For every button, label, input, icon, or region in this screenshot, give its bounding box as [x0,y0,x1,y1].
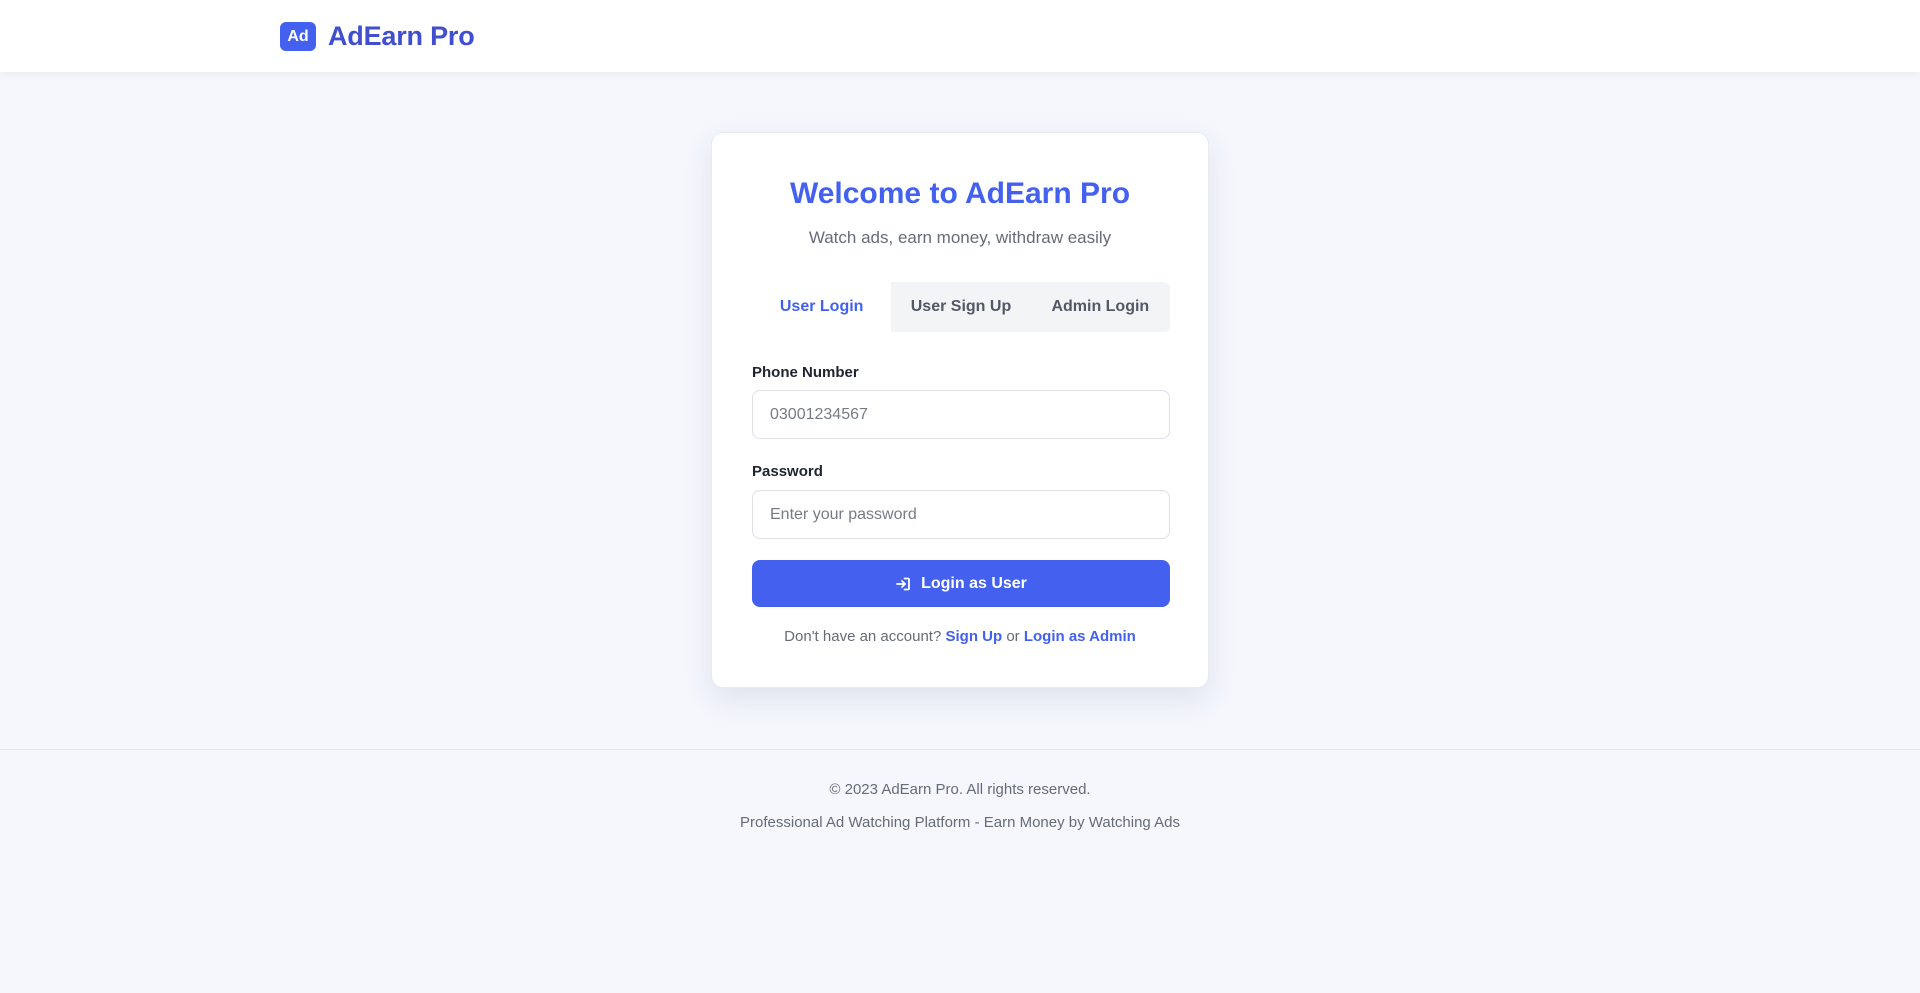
login-card: Welcome to AdEarn Pro Watch ads, earn mo… [711,132,1209,688]
login-button[interactable]: Login as User [752,560,1170,607]
copyright-text: © 2023 AdEarn Pro. All rights reserved. [829,781,1091,798]
admin-login-link[interactable]: Login as Admin [1024,628,1136,645]
tagline-text: Professional Ad Watching Platform - Earn… [740,814,1180,831]
auth-tabs: User Login User Sign Up Admin Login [752,282,1170,332]
sign-in-icon [895,576,911,592]
login-button-label: Login as User [921,574,1027,592]
signup-prompt: Don't have an account? [784,628,942,645]
top-header: Ad AdEarn Pro [0,0,1920,72]
signup-link[interactable]: Sign Up [946,628,1003,645]
tab-user-login[interactable]: User Login [752,282,892,332]
phone-input[interactable]: 03001234567 [752,390,1170,439]
brand-name: AdEarn Pro [328,21,475,51]
phone-label: Phone Number [752,364,859,381]
brand-logo-icon: Ad [280,22,316,51]
or-text: or [1006,628,1020,645]
password-label: Password [752,463,823,480]
card-title: Welcome to AdEarn Pro [789,177,1131,210]
card-footer: Don't have an account? Sign Up or Login … [712,628,1208,645]
tab-user-signup[interactable]: User Sign Up [891,282,1031,332]
password-input[interactable]: Enter your password [752,490,1170,539]
card-subtitle: Watch ads, earn money, withdraw easily [808,228,1112,247]
page-footer: © 2023 AdEarn Pro. All rights reserved. … [0,749,1920,993]
brand[interactable]: Ad AdEarn Pro [280,21,475,52]
tab-admin-login[interactable]: Admin Login [1030,282,1170,332]
